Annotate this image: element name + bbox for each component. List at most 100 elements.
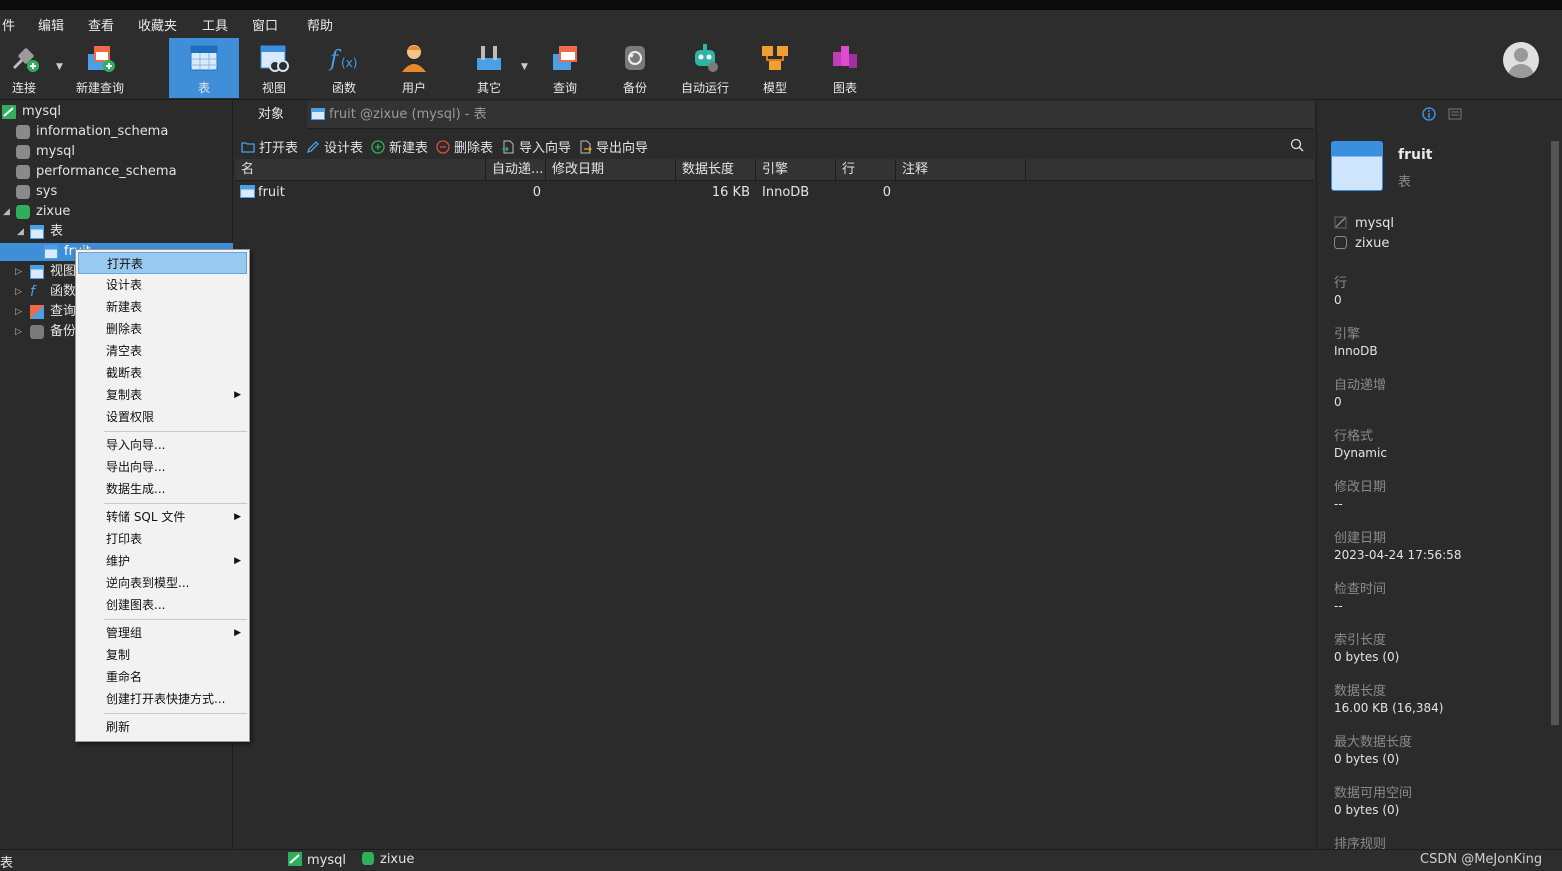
- tree-folder-functions[interactable]: f 函数: [30, 282, 76, 302]
- table-button[interactable]: 表: [169, 38, 239, 98]
- collapse-arrow-icon[interactable]: ▷: [15, 287, 22, 297]
- scrollbar-thumb[interactable]: [1551, 141, 1559, 725]
- ctx-rename[interactable]: 重命名: [78, 666, 247, 688]
- menu-file[interactable]: 件: [2, 15, 15, 34]
- ctx-design-table[interactable]: 设计表: [78, 274, 247, 296]
- tree-db-information-schema[interactable]: information_schema: [16, 122, 168, 142]
- tab-objects[interactable]: 对象: [235, 101, 307, 129]
- new-table-button[interactable]: 新建表: [371, 137, 428, 156]
- user-avatar[interactable]: [1503, 42, 1539, 78]
- window-top-strip: [0, 0, 1562, 10]
- expand-arrow-icon[interactable]: ◢: [3, 207, 10, 217]
- collapse-arrow-icon[interactable]: ▷: [15, 267, 22, 277]
- design-table-button[interactable]: 设计表: [306, 137, 363, 156]
- collapse-arrow-icon[interactable]: ▷: [15, 327, 22, 337]
- ctx-copy[interactable]: 复制: [78, 644, 247, 666]
- tree-folder-label: 备份: [50, 324, 77, 339]
- backup-button[interactable]: 备份: [600, 38, 670, 98]
- tree-db-zixue[interactable]: zixue: [16, 202, 70, 222]
- ctx-refresh[interactable]: 刷新: [78, 716, 247, 738]
- search-icon[interactable]: [1290, 138, 1304, 152]
- object-name: fruit: [1398, 147, 1433, 163]
- prop-value-engine: InnoDB: [1334, 344, 1378, 358]
- ddl-icon[interactable]: [1448, 107, 1462, 121]
- column-data-length[interactable]: 数据长度: [676, 159, 756, 181]
- connect-dropdown-icon[interactable]: ▼: [56, 62, 63, 72]
- column-modified-date[interactable]: 修改日期: [546, 159, 676, 181]
- prop-label-engine: 引擎: [1334, 327, 1361, 342]
- model-button[interactable]: 模型: [740, 38, 810, 98]
- user-button[interactable]: 用户: [379, 38, 449, 98]
- menu-window[interactable]: 窗口: [252, 15, 278, 34]
- prop-label-created-date: 创建日期: [1334, 531, 1387, 546]
- ctx-dump-sql[interactable]: 转储 SQL 文件 ▶: [78, 506, 247, 528]
- prop-label-check-time: 检查时间: [1334, 582, 1387, 597]
- expand-arrow-icon[interactable]: ◢: [17, 227, 24, 237]
- object-info-panel: fruit 表 mysql zixue 行 0 引擎 InnoDB 自动递增 0…: [1316, 101, 1562, 852]
- ctx-data-generation[interactable]: 数据生成...: [78, 478, 247, 500]
- tab-fruit[interactable]: fruit @zixue (mysql) - 表: [311, 101, 487, 129]
- ctx-empty-table[interactable]: 清空表: [78, 340, 247, 362]
- ctx-create-chart[interactable]: 创建图表...: [78, 594, 247, 616]
- ctx-print-table[interactable]: 打印表: [78, 528, 247, 550]
- prop-value-data-length: 16.00 KB (16,384): [1334, 701, 1444, 715]
- ctx-delete-table[interactable]: 删除表: [78, 318, 247, 340]
- menu-edit[interactable]: 编辑: [38, 15, 64, 34]
- watermark-text: CSDN @MeJonKing: [1420, 852, 1543, 867]
- chart-button[interactable]: 图表: [810, 38, 880, 98]
- other-dropdown-icon[interactable]: ▼: [521, 62, 528, 72]
- tree-folder-queries[interactable]: 查询: [30, 302, 76, 322]
- ctx-reverse-to-model[interactable]: 逆向表到模型...: [78, 572, 247, 594]
- column-comment[interactable]: 注释: [896, 159, 1026, 181]
- ctx-set-permissions[interactable]: 设置权限: [78, 406, 247, 428]
- column-engine[interactable]: 引擎: [756, 159, 836, 181]
- ctx-open-table[interactable]: 打开表: [78, 252, 247, 274]
- menu-tools[interactable]: 工具: [202, 15, 228, 34]
- new-query-icon: [88, 46, 115, 72]
- tree-db-performance-schema[interactable]: performance_schema: [16, 162, 177, 182]
- function-button[interactable]: f (x) 函数: [309, 38, 379, 98]
- column-rows[interactable]: 行: [836, 159, 896, 181]
- new-query-button[interactable]: 新建查询: [65, 38, 135, 98]
- info-icon[interactable]: [1422, 107, 1436, 121]
- tree-db-mysql[interactable]: mysql: [16, 142, 75, 162]
- ctx-duplicate-table[interactable]: 复制表 ▶: [78, 384, 247, 406]
- auto-run-label: 自动运行: [680, 81, 729, 95]
- ctx-manage-group[interactable]: 管理组 ▶: [78, 622, 247, 644]
- view-button[interactable]: 视图: [239, 38, 309, 98]
- menu-favorites[interactable]: 收藏夹: [138, 15, 177, 34]
- tree-connection-mysql[interactable]: mysql: [2, 102, 61, 122]
- open-table-button[interactable]: 打开表: [241, 137, 298, 156]
- export-icon: [580, 140, 592, 154]
- connect-button[interactable]: 连接: [0, 38, 59, 98]
- ctx-maintain[interactable]: 维护 ▶: [78, 550, 247, 572]
- info-panel-scrollbar[interactable]: [1549, 127, 1561, 849]
- table-row[interactable]: fruit 0 16 KB InnoDB 0: [235, 182, 1314, 204]
- tree-db-sys[interactable]: sys: [16, 182, 57, 202]
- auto-run-button[interactable]: 自动运行: [670, 38, 740, 98]
- column-auto-increment[interactable]: 自动递...: [486, 159, 546, 181]
- menu-view[interactable]: 查看: [88, 15, 114, 34]
- ctx-new-table[interactable]: 新建表: [78, 296, 247, 318]
- other-button[interactable]: 其它: [454, 38, 524, 98]
- ctx-export-wizard[interactable]: 导出向导...: [78, 456, 247, 478]
- column-name[interactable]: 名: [235, 159, 486, 181]
- query-button[interactable]: 查询: [530, 38, 600, 98]
- delete-table-button[interactable]: 删除表: [436, 137, 493, 156]
- object-action-bar: 打开表 设计表 新建表 删除表 导入向导 导出向导: [235, 133, 1314, 159]
- query-icon: [30, 304, 44, 319]
- menu-help[interactable]: 帮助: [307, 15, 333, 34]
- ctx-truncate-table[interactable]: 截断表: [78, 362, 247, 384]
- prop-label-auto-increment: 自动递增: [1334, 378, 1387, 393]
- mysql-connection-icon: [288, 852, 302, 866]
- ctx-import-wizard[interactable]: 导入向导...: [78, 434, 247, 456]
- tree-folder-backups[interactable]: 备份: [30, 322, 76, 342]
- pencil-icon: [306, 141, 319, 154]
- ctx-create-shortcut[interactable]: 创建打开表快捷方式...: [78, 688, 247, 710]
- tree-folder-views[interactable]: 视图: [30, 262, 76, 282]
- export-wizard-button[interactable]: 导出向导: [578, 137, 648, 156]
- tree-folder-tables[interactable]: 表: [30, 222, 63, 242]
- collapse-arrow-icon[interactable]: ▷: [15, 307, 22, 317]
- import-wizard-button[interactable]: 导入向导: [501, 137, 571, 156]
- grid-header: 名 自动递... 修改日期 数据长度 引擎 行 注释: [235, 159, 1314, 181]
